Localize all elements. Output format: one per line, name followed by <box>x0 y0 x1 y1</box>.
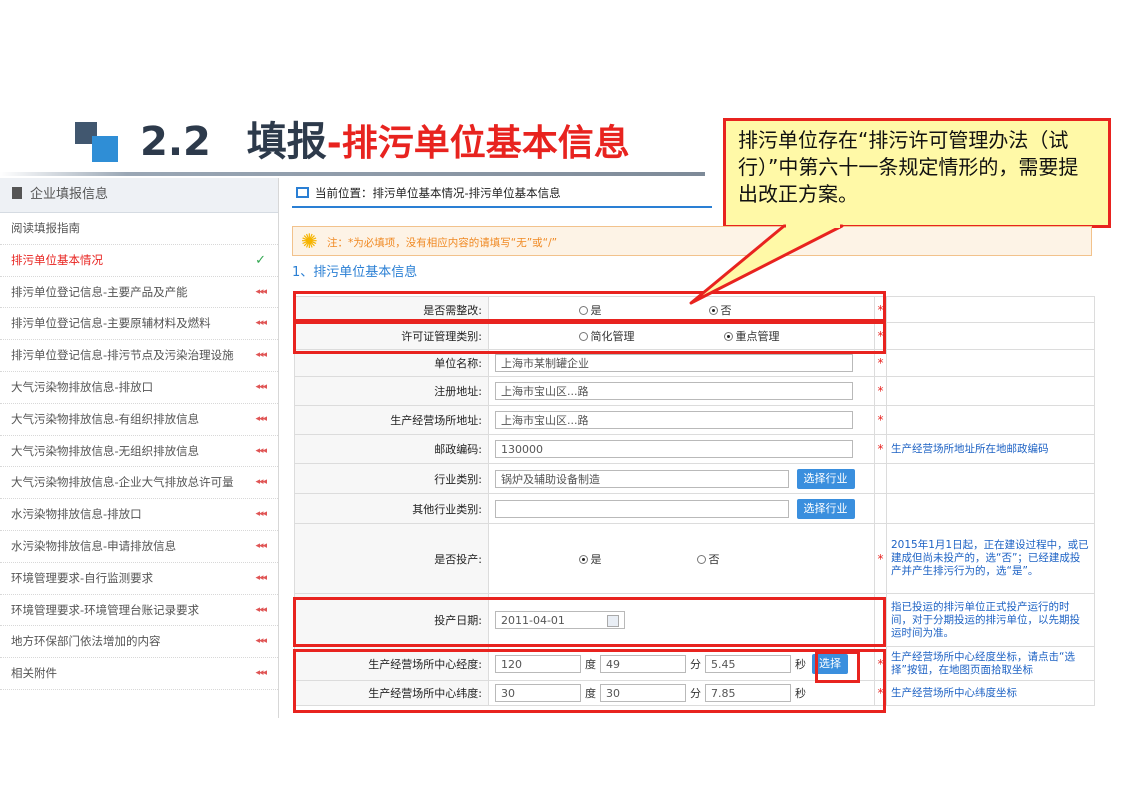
incomplete-icon: ◂◂◂ <box>255 540 267 551</box>
sidebar-item-local-additions[interactable]: 地方环保部门依法增加的内容 ◂◂◂ <box>0 626 278 659</box>
sidebar-item-label: 阅读填报指南 <box>11 221 80 235</box>
sidebar-item-label: 地方环保部门依法增加的内容 <box>11 634 161 649</box>
incomplete-icon: ◂◂◂ <box>255 668 267 679</box>
sidebar: 企业填报信息 阅读填报指南 排污单位基本情况 ✓ 排污单位登记信息-主要产品及产能… <box>0 178 279 718</box>
sidebar-header: 企业填报信息 <box>0 178 278 213</box>
sidebar-item-air-organized[interactable]: 大气污染物排放信息-有组织排放信息 ◂◂◂ <box>0 404 278 436</box>
in-operation-tip: 2015年1月1日起，正在建设过程中，或已建成但尚未投产的，选“否”；已经建成投… <box>886 523 1095 594</box>
incomplete-icon: ◂◂◂ <box>255 381 267 392</box>
callout-box: 排污单位存在“排污许可管理办法（试 行）”中第六十一条规定情形的，需要提出改正方… <box>723 118 1111 228</box>
incomplete-icon: ◂◂◂ <box>255 350 267 361</box>
required-mark: * <box>874 523 887 594</box>
sidebar-item-label: 环境管理要求-环境管理台账记录要求 <box>11 602 200 617</box>
sidebar-item-facilities[interactable]: 排污单位登记信息-排污节点及污染治理设施 ◂◂◂ <box>0 340 278 372</box>
in-operation-yes-radio[interactable]: 是 <box>578 553 602 566</box>
field-label: 是否投产: <box>294 523 489 594</box>
row-other-industry: 其他行业类别: 选择行业 <box>294 493 1095 524</box>
field-label: 生产经营场所地址: <box>294 405 489 435</box>
field-label: 注册地址: <box>294 376 489 406</box>
sidebar-item-label: 排污单位登记信息-主要原辅材料及燃料 <box>11 316 211 331</box>
row-in-operation: 是否投产: 是 否 * 2015年1月1日起，正在建设过程中，或已建成但尚未投产… <box>294 523 1095 594</box>
site-address-input[interactable]: 上海市宝山区...路 <box>495 411 853 429</box>
highlight-license-type <box>293 321 886 354</box>
callout-text: 排污单位存在“排污许可管理办法（试 行）”中第六十一条规定情形的，需要提出改正方… <box>738 128 1079 206</box>
sidebar-item-label: 排污单位登记信息-主要产品及产能 <box>11 284 188 299</box>
in-operation-no-radio[interactable]: 否 <box>696 553 720 566</box>
required-mark: * <box>874 405 887 435</box>
title-decoration-blue <box>92 136 118 162</box>
sidebar-item-water-outlet[interactable]: 水污染物排放信息-排放口 ◂◂◂ <box>0 499 278 531</box>
sidebar-item-label: 相关附件 <box>11 666 57 681</box>
latitude-tip: 生产经营场所中心纬度坐标 <box>886 680 1095 706</box>
sidebar-item-ledger[interactable]: 环境管理要求-环境管理台账记录要求 ◂◂◂ <box>0 595 278 627</box>
notice-text: 注：*为必填项，没有相应内容的请填写“无”或“/” <box>327 237 558 249</box>
check-icon: ✓ <box>255 252 266 268</box>
sidebar-item-attachments[interactable]: 相关附件 ◂◂◂ <box>0 658 278 690</box>
highlight-operation-date <box>293 597 886 647</box>
breadcrumb-underline <box>292 206 712 208</box>
sidebar-item-air-total[interactable]: 大气污染物排放信息-企业大气排放总许可量 ◂◂◂ <box>0 467 278 500</box>
sidebar-item-materials[interactable]: 排污单位登记信息-主要原辅材料及燃料 ◂◂◂ <box>0 308 278 341</box>
longitude-tip: 生产经营场所中心经度坐标，请点击“选择”按钮，在地图页面拾取坐标 <box>886 646 1095 681</box>
other-industry-input[interactable] <box>495 499 789 518</box>
postcode-tip: 生产经营场所地址所在地邮政编码 <box>886 434 1095 464</box>
required-mark: * <box>874 434 887 464</box>
required-mark: * <box>874 376 887 406</box>
incomplete-icon: ◂◂◂ <box>255 477 267 488</box>
sidebar-item-water-apply[interactable]: 水污染物排放信息-申请排放信息 ◂◂◂ <box>0 531 278 563</box>
industry-input[interactable]: 锅炉及辅助设备制造 <box>495 469 789 488</box>
sidebar-item-label: 排污单位登记信息-排污节点及污染治理设施 <box>11 348 234 363</box>
sidebar-item-label: 水污染物排放信息-申请排放信息 <box>11 538 177 553</box>
row-postcode: 邮政编码: 130000 * 生产经营场所地址所在地邮政编码 <box>294 434 1095 464</box>
sidebar-item-label: 水污染物排放信息-排放口 <box>11 507 142 522</box>
breadcrumb: 当前位置：排污单位基本情况-排污单位基本信息 <box>315 186 561 200</box>
sidebar-item-label: 排污单位基本情况 <box>11 252 103 267</box>
row-site-address: 生产经营场所地址: 上海市宝山区...路 * <box>294 405 1095 435</box>
incomplete-icon: ◂◂◂ <box>255 413 267 424</box>
sidebar-header-label: 企业填报信息 <box>30 187 109 202</box>
postcode-input[interactable]: 130000 <box>495 440 853 458</box>
slide-number: 2.2 <box>140 119 211 165</box>
highlight-coordinates <box>293 649 886 713</box>
sidebar-item-products[interactable]: 排污单位登记信息-主要产品及产能 ◂◂◂ <box>0 277 278 309</box>
sidebar-item-label: 大气污染物排放信息-企业大气排放总许可量 <box>11 475 234 490</box>
sidebar-item-label: 环境管理要求-自行监测要求 <box>11 570 154 585</box>
sidebar-item-label: 大气污染物排放信息-无组织排放信息 <box>11 443 200 458</box>
sidebar-item-basic-info[interactable]: 排污单位基本情况 ✓ <box>0 245 278 277</box>
incomplete-icon: ◂◂◂ <box>255 445 267 456</box>
incomplete-icon: ◂◂◂ <box>255 636 267 647</box>
select-other-industry-button[interactable]: 选择行业 <box>796 498 855 519</box>
field-label: 其他行业类别: <box>294 493 489 524</box>
field-label: 行业类别: <box>294 463 489 494</box>
in-operation-radio-group: 是 否 <box>488 523 875 594</box>
sidebar-item-label: 大气污染物排放信息-排放口 <box>11 379 154 394</box>
row-industry: 行业类别: 锅炉及辅助设备制造 选择行业 <box>294 463 1095 494</box>
sidebar-item-air-unorganized[interactable]: 大气污染物排放信息-无组织排放信息 ◂◂◂ <box>0 436 278 468</box>
sidebar-item-guide[interactable]: 阅读填报指南 <box>0 213 278 245</box>
breadcrumb-icon <box>296 187 309 198</box>
lightbulb-icon: ✺ <box>301 229 318 253</box>
reg-address-input[interactable]: 上海市宝山区...路 <box>495 382 853 400</box>
highlight-select-button <box>815 651 860 683</box>
slide-title-main: 填报 <box>246 119 327 165</box>
unit-name-input[interactable]: 上海市某制罐企业 <box>495 354 853 372</box>
section-title: 1、排污单位基本信息 <box>292 265 418 280</box>
sidebar-item-label: 大气污染物排放信息-有组织排放信息 <box>11 411 200 426</box>
slide-title: 2.2 填报-排污单位基本信息 <box>140 112 630 172</box>
title-rule <box>0 172 705 176</box>
incomplete-icon: ◂◂◂ <box>255 509 267 520</box>
incomplete-icon: ◂◂◂ <box>255 318 267 329</box>
select-industry-button[interactable]: 选择行业 <box>796 468 855 489</box>
slide-title-sub: -排污单位基本信息 <box>326 123 630 164</box>
sidebar-item-self-monitoring[interactable]: 环境管理要求-自行监测要求 ◂◂◂ <box>0 563 278 595</box>
row-reg-address: 注册地址: 上海市宝山区...路 * <box>294 376 1095 406</box>
field-label: 邮政编码: <box>294 434 489 464</box>
operation-date-tip: 指已投运的排污单位正式投产运行的时间，对于分期投运的排污单位，以先期投运时间为准… <box>886 593 1095 647</box>
document-icon <box>12 187 22 199</box>
incomplete-icon: ◂◂◂ <box>255 286 267 297</box>
highlight-rectify <box>293 291 886 322</box>
incomplete-icon: ◂◂◂ <box>255 572 267 583</box>
incomplete-icon: ◂◂◂ <box>255 604 267 615</box>
sidebar-item-air-outlet[interactable]: 大气污染物排放信息-排放口 ◂◂◂ <box>0 372 278 404</box>
